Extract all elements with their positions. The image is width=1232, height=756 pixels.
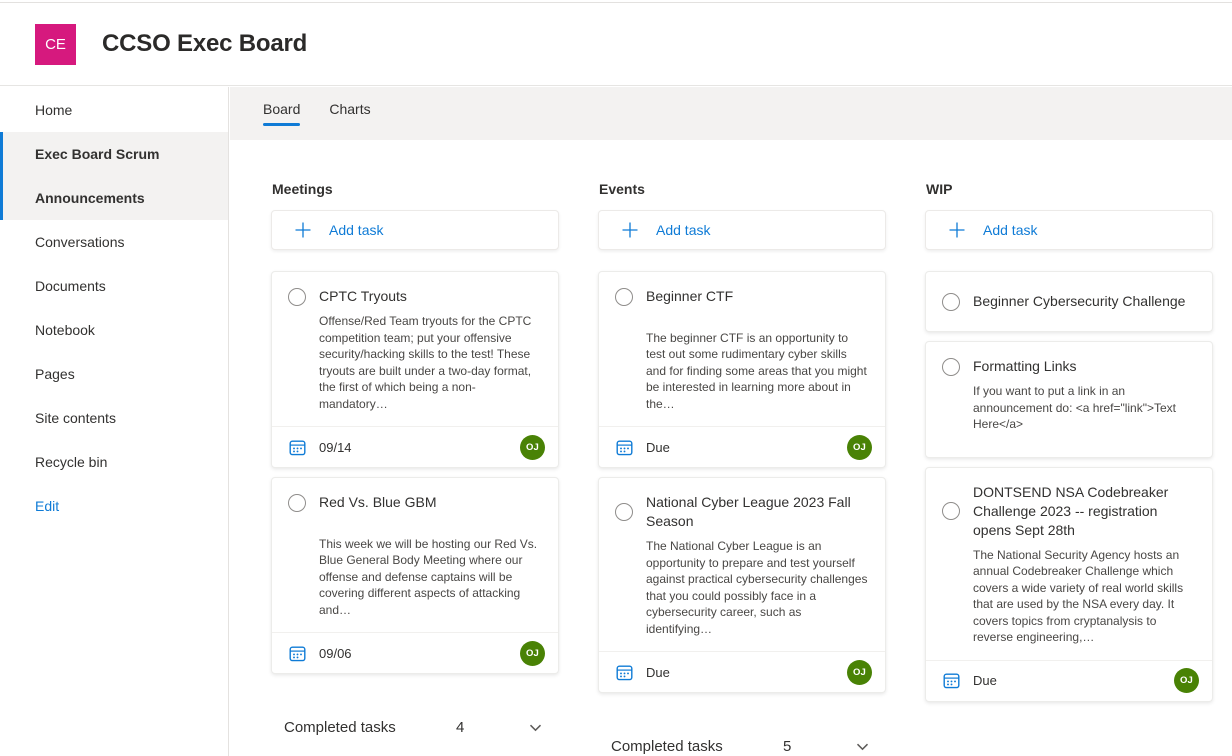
sidebar-item-recycle-bin[interactable]: Recycle bin [0, 440, 228, 484]
task-description: The National Cyber League is an opportun… [646, 538, 869, 637]
card-list: CPTC Tryouts Offense/Red Team tryouts fo… [271, 271, 559, 674]
sidebar-item-documents[interactable]: Documents [0, 264, 228, 308]
due-date: Due [646, 440, 670, 455]
main-content: Board Charts Meetings Add task [230, 87, 1232, 756]
assignee-avatar[interactable]: OJ [520, 641, 545, 666]
plus-icon [620, 220, 640, 240]
task-title: Formatting Links [973, 357, 1076, 376]
calendar-icon [616, 439, 633, 456]
task-card[interactable]: Formatting Links If you want to put a li… [925, 341, 1213, 458]
sidebar-item-home[interactable]: Home [0, 88, 228, 132]
task-checkbox[interactable] [288, 288, 306, 306]
task-title: Beginner Cybersecurity Challenge [973, 292, 1185, 311]
task-title: Beginner CTF [646, 287, 733, 306]
tab-bar: Board Charts [230, 87, 1232, 140]
completed-tasks-count: 5 [783, 738, 791, 755]
calendar-icon [289, 645, 306, 662]
column-title: Meetings [272, 181, 559, 197]
task-title: CPTC Tryouts [319, 287, 407, 306]
chevron-down-icon [855, 739, 870, 754]
add-task-button[interactable]: Add task [598, 210, 886, 250]
board-column-wip: WIP Add task Beginner Cybersecurity Chal… [925, 181, 1213, 702]
card-list: Beginner CTF The beginner CTF is an oppo… [598, 271, 886, 693]
task-card-footer: Due OJ [926, 660, 1212, 701]
task-card-footer: Due OJ [599, 651, 885, 692]
task-card[interactable]: CPTC Tryouts Offense/Red Team tryouts fo… [271, 271, 559, 468]
task-description: The National Security Agency hosts an an… [973, 547, 1196, 646]
due-date: 09/06 [319, 646, 352, 661]
sidebar-edit-link[interactable]: Edit [0, 484, 228, 528]
assignee-avatar[interactable]: OJ [520, 435, 545, 460]
board-column-events: Events Add task Beginner CTF [598, 181, 886, 755]
task-description: Offense/Red Team tryouts for the CPTC co… [319, 313, 542, 412]
task-card[interactable]: National Cyber League 2023 Fall Season T… [598, 477, 886, 693]
task-description: The beginner CTF is an opportunity to te… [646, 313, 869, 412]
due-date: 09/14 [319, 440, 352, 455]
column-title: WIP [926, 181, 1213, 197]
completed-tasks-count: 4 [456, 719, 464, 736]
task-card[interactable]: DONTSEND NSA Codebreaker Challenge 2023 … [925, 467, 1213, 702]
sidebar-item-exec-board-scrum[interactable]: Exec Board Scrum [0, 132, 228, 176]
sidebar-item-announcements[interactable]: Announcements [0, 176, 228, 220]
column-title: Events [599, 181, 886, 197]
task-description: If you want to put a link in an announce… [973, 383, 1196, 433]
completed-tasks-toggle[interactable]: Completed tasks 4 [271, 719, 559, 736]
assignee-avatar[interactable]: OJ [847, 435, 872, 460]
task-card-footer: 09/14 OJ [272, 426, 558, 467]
task-checkbox[interactable] [942, 293, 960, 311]
plus-icon [293, 220, 313, 240]
task-checkbox[interactable] [942, 358, 960, 376]
task-description: This week we will be hosting our Red Vs.… [319, 519, 542, 618]
task-board: Meetings Add task CPTC Tryouts [230, 140, 1232, 755]
add-task-label: Add task [656, 222, 710, 238]
chevron-down-icon [528, 720, 543, 735]
task-checkbox[interactable] [942, 502, 960, 520]
sidebar-item-pages[interactable]: Pages [0, 352, 228, 396]
calendar-icon [943, 672, 960, 689]
due-date: Due [646, 665, 670, 680]
sidebar-item-notebook[interactable]: Notebook [0, 308, 228, 352]
assignee-avatar[interactable]: OJ [1174, 668, 1199, 693]
task-card[interactable]: Beginner Cybersecurity Challenge [925, 271, 1213, 332]
task-checkbox[interactable] [615, 288, 633, 306]
sidebar-item-site-contents[interactable]: Site contents [0, 396, 228, 440]
board-column-meetings: Meetings Add task CPTC Tryouts [271, 181, 559, 736]
task-checkbox[interactable] [288, 494, 306, 512]
task-title: DONTSEND NSA Codebreaker Challenge 2023 … [973, 483, 1196, 540]
task-title: Red Vs. Blue GBM [319, 493, 437, 512]
assignee-avatar[interactable]: OJ [847, 660, 872, 685]
calendar-icon [289, 439, 306, 456]
task-card[interactable]: Beginner CTF The beginner CTF is an oppo… [598, 271, 886, 468]
site-logo[interactable]: CE [35, 24, 76, 65]
add-task-button[interactable]: Add task [925, 210, 1213, 250]
task-card[interactable]: Red Vs. Blue GBM This week we will be ho… [271, 477, 559, 674]
task-card-footer: Due OJ [599, 426, 885, 467]
completed-tasks-toggle[interactable]: Completed tasks 5 [598, 738, 886, 755]
card-list: Beginner Cybersecurity Challenge Formatt… [925, 271, 1213, 702]
tab-board[interactable]: Board [263, 87, 300, 140]
completed-tasks-label: Completed tasks [611, 738, 783, 755]
sidebar: Home Exec Board Scrum Announcements Conv… [0, 87, 229, 756]
calendar-icon [616, 664, 633, 681]
add-task-button[interactable]: Add task [271, 210, 559, 250]
sidebar-item-conversations[interactable]: Conversations [0, 220, 228, 264]
add-task-label: Add task [329, 222, 383, 238]
tab-charts[interactable]: Charts [329, 87, 370, 140]
due-date: Due [973, 673, 997, 688]
task-card-footer: 09/06 OJ [272, 632, 558, 673]
task-checkbox[interactable] [615, 503, 633, 521]
task-title: National Cyber League 2023 Fall Season [646, 493, 869, 531]
plus-icon [947, 220, 967, 240]
app-window: CE CCSO Exec Board Home Exec Board Scrum… [0, 0, 1232, 756]
add-task-label: Add task [983, 222, 1037, 238]
site-header: CE CCSO Exec Board [0, 3, 1232, 86]
site-title: CCSO Exec Board [102, 30, 307, 58]
completed-tasks-label: Completed tasks [284, 719, 456, 736]
